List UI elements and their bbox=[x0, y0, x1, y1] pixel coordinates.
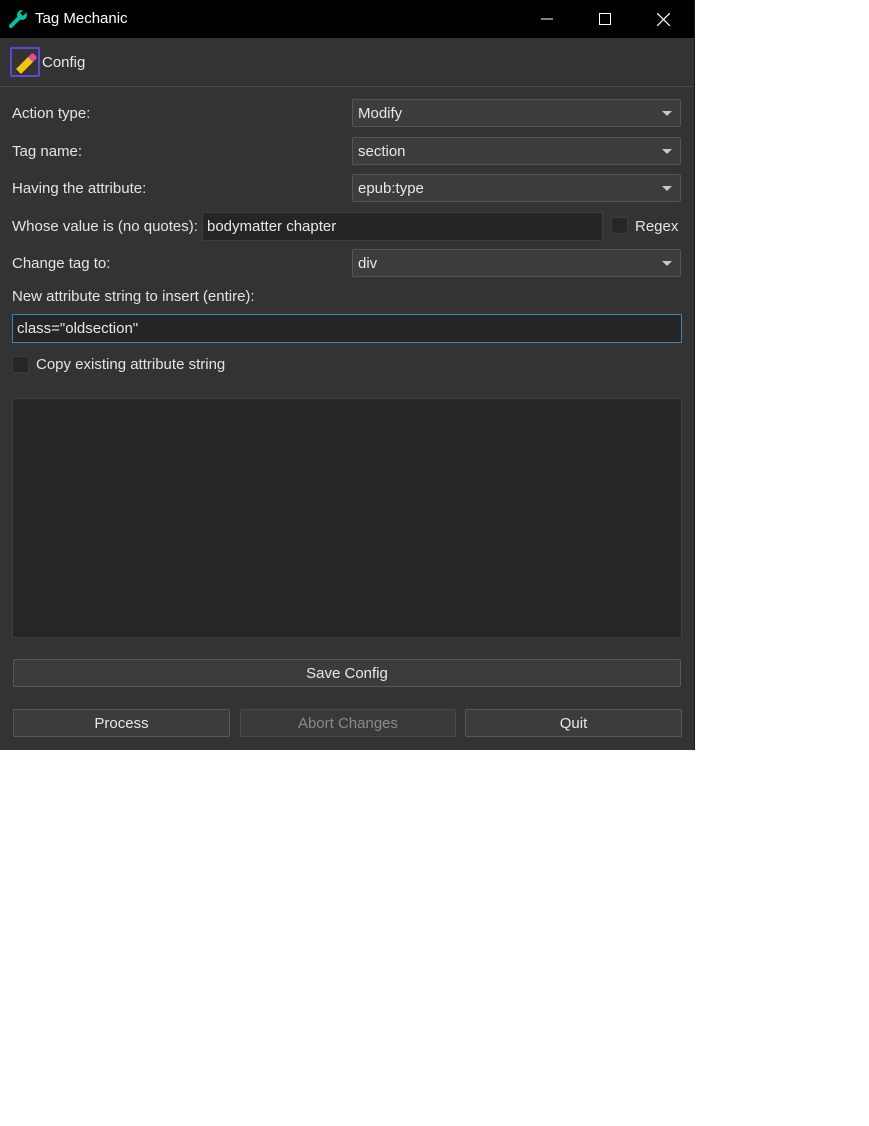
copy-existing-checkbox[interactable] bbox=[12, 356, 29, 373]
regex-checkbox[interactable] bbox=[611, 217, 628, 234]
quit-button[interactable]: Quit bbox=[465, 709, 682, 737]
chevron-down-icon bbox=[662, 149, 672, 154]
copy-existing-label: Copy existing attribute string bbox=[36, 356, 226, 373]
regex-label: Regex bbox=[635, 218, 679, 235]
new-attribute-label: New attribute string to insert (entire): bbox=[12, 288, 255, 305]
change-tag-label: Change tag to: bbox=[12, 255, 111, 272]
tag-name-label: Tag name: bbox=[12, 143, 83, 160]
minimize-button[interactable] bbox=[518, 0, 576, 38]
chevron-down-icon bbox=[662, 186, 672, 191]
config-tool-button[interactable]: Config bbox=[8, 44, 85, 80]
output-text-area[interactable] bbox=[12, 398, 682, 638]
new-attribute-input[interactable] bbox=[12, 314, 682, 343]
having-attribute-label: Having the attribute: bbox=[12, 180, 147, 197]
wrench-icon bbox=[9, 9, 29, 29]
chevron-down-icon bbox=[662, 261, 672, 266]
close-icon bbox=[656, 12, 670, 26]
tag-name-value: section bbox=[358, 143, 406, 160]
having-attribute-value: epub:type bbox=[358, 180, 424, 197]
pencil-edit-icon bbox=[10, 47, 40, 77]
title-bar: Tag Mechanic bbox=[0, 0, 694, 38]
tag-name-select[interactable]: section bbox=[352, 137, 681, 165]
toolbar: Config bbox=[0, 38, 694, 87]
change-tag-select[interactable]: div bbox=[352, 249, 681, 277]
config-label: Config bbox=[42, 53, 86, 71]
action-type-value: Modify bbox=[358, 105, 403, 122]
whose-value-input[interactable] bbox=[202, 212, 603, 241]
change-tag-value: div bbox=[358, 255, 378, 272]
maximize-icon bbox=[599, 13, 611, 25]
process-button[interactable]: Process bbox=[13, 709, 230, 737]
having-attribute-select[interactable]: epub:type bbox=[352, 174, 681, 202]
minimize-icon bbox=[541, 18, 553, 20]
abort-changes-button[interactable]: Abort Changes bbox=[240, 709, 456, 737]
maximize-button[interactable] bbox=[576, 0, 634, 38]
save-config-button[interactable]: Save Config bbox=[13, 659, 681, 687]
chevron-down-icon bbox=[662, 111, 672, 116]
main-window: Tag Mechanic Config Action type: Modify … bbox=[0, 0, 695, 750]
whose-value-label: Whose value is (no quotes): bbox=[12, 218, 198, 235]
action-type-label: Action type: bbox=[12, 105, 91, 122]
close-button[interactable] bbox=[634, 0, 692, 38]
action-type-select[interactable]: Modify bbox=[352, 99, 681, 127]
window-title: Tag Mechanic bbox=[35, 10, 128, 27]
